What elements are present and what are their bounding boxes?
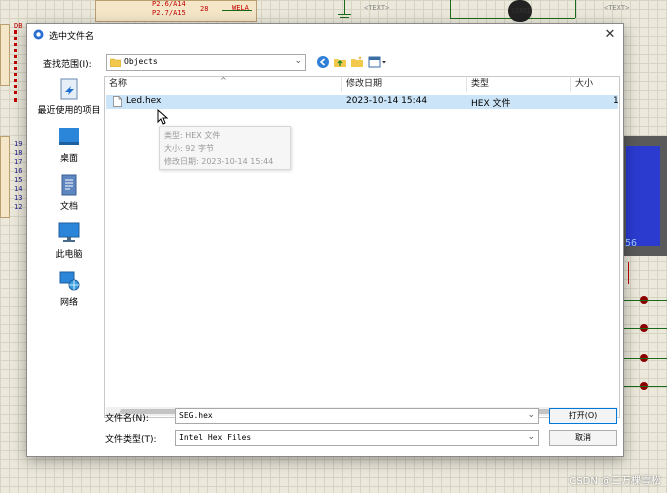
place-desktop[interactable]: 桌面 <box>33 126 105 166</box>
ground-symbol <box>340 17 349 18</box>
column-header-modified[interactable]: 修改日期 <box>342 77 467 92</box>
chip-body-left <box>0 24 10 86</box>
place-documents[interactable]: 文档 <box>33 174 105 214</box>
place-recent[interactable]: 最近使用的项目 <box>33 78 105 118</box>
mouse-cursor-icon <box>157 108 169 125</box>
file-size: 1 <box>613 96 619 106</box>
lcd-screen <box>626 146 660 246</box>
file-icon <box>113 96 122 107</box>
chevron-down-icon[interactable]: ⌄ <box>527 432 535 442</box>
up-folder-icon[interactable] <box>333 55 347 69</box>
computer-icon <box>58 222 80 242</box>
wire <box>622 358 667 359</box>
view-menu-icon[interactable] <box>368 55 388 69</box>
filetype-select[interactable]: Intel Hex Files ⌄ <box>175 430 539 446</box>
component-label: SSRED <box>511 7 533 15</box>
filename-label: 文件名(N): <box>105 414 149 424</box>
places-bar: 最近使用的项目 桌面 文档 此电脑 网络 <box>33 74 105 404</box>
filetype-value: Intel Hex Files <box>179 433 252 442</box>
place-label: 网络 <box>59 298 78 308</box>
file-name: Led.hex <box>126 96 162 106</box>
title-bar[interactable]: 选中文件名 ✕ <box>27 24 623 46</box>
pin-number: 13 <box>14 194 23 202</box>
pin-label: DB <box>14 22 23 30</box>
dialog-title: 选中文件名 <box>49 32 95 42</box>
new-folder-icon[interactable] <box>350 55 364 69</box>
place-label: 文档 <box>59 202 78 212</box>
wire <box>222 10 252 11</box>
tooltip-modified: 修改日期: 2023-10-14 15:44 <box>164 157 274 166</box>
place-label: 此电脑 <box>55 250 83 260</box>
network-icon <box>59 271 80 291</box>
place-computer[interactable]: 此电脑 <box>33 222 105 262</box>
chevron-down-icon[interactable]: ⌄ <box>527 410 535 420</box>
file-row[interactable]: Led.hex 2023-10-14 15:44 HEX 文件 1 <box>106 95 619 109</box>
chevron-down-icon[interactable]: ⌄ <box>294 56 302 66</box>
lookin-value: Objects <box>124 57 158 66</box>
pin-label: P2.7/A15 <box>152 9 186 17</box>
place-network[interactable]: 网络 <box>33 270 105 310</box>
text-tag: <TEXT> <box>604 4 630 12</box>
text-tag: <TEXT> <box>364 4 390 12</box>
filename-input[interactable]: SEG.hex ⌄ <box>175 408 539 424</box>
wire <box>622 328 667 329</box>
column-header-type[interactable]: 类型 <box>467 77 571 92</box>
column-header-size[interactable]: 大小 <box>571 77 619 92</box>
wire <box>344 0 345 14</box>
place-label: 最近使用的项目 <box>37 106 101 116</box>
wire <box>450 0 451 18</box>
lookin-combo[interactable]: Objects ⌄ <box>106 54 306 71</box>
documents-icon <box>61 174 77 196</box>
file-type: HEX 文件 <box>471 99 511 109</box>
pin-number: 18 <box>14 149 23 157</box>
pin-number: 14 <box>14 185 23 193</box>
pin-number: 17 <box>14 158 23 166</box>
cancel-button[interactable]: 取消 <box>549 430 617 446</box>
place-label: 桌面 <box>59 154 78 164</box>
filename-value: SEG.hex <box>179 411 213 420</box>
open-button[interactable]: 打开(O) <box>549 408 617 424</box>
filetype-label: 文件类型(T): <box>105 435 157 445</box>
pin-number: 28 <box>200 5 209 13</box>
open-file-dialog: 选中文件名 ✕ 查找范围(I): Objects ⌄ 最近使用的项目 桌面 文档… <box>26 23 624 457</box>
pin-label: P2.6/A14 <box>152 0 186 8</box>
close-button[interactable]: ✕ <box>597 24 623 46</box>
recent-icon <box>60 78 78 100</box>
watermark: CSDN @三万棵雪松 <box>569 476 661 487</box>
chip-body-left-2 <box>0 136 10 218</box>
pin-number: 15 <box>14 176 23 184</box>
pin-number: 16 <box>14 167 23 175</box>
lcd-digits: 56 <box>625 238 638 249</box>
tooltip-size: 大小: 92 字节 <box>164 144 214 153</box>
column-header-name[interactable]: 名称 ^ <box>105 76 342 92</box>
pin-number: 19 <box>14 140 23 148</box>
sort-arrow-icon: ^ <box>220 76 227 85</box>
wire <box>622 386 667 387</box>
tooltip-type: 类型: HEX 文件 <box>164 131 221 140</box>
resistor-array <box>628 262 659 284</box>
pin-number: 12 <box>14 203 23 211</box>
folder-icon <box>110 58 121 67</box>
desktop-icon <box>59 128 79 145</box>
back-icon[interactable] <box>316 55 330 69</box>
lookin-label: 查找范围(I): <box>43 60 92 70</box>
wire <box>622 300 667 301</box>
app-icon <box>33 29 44 40</box>
file-modified: 2023-10-14 15:44 <box>346 96 428 106</box>
ground-symbol <box>338 14 351 15</box>
wire <box>575 0 576 18</box>
file-tooltip: 类型: HEX 文件 大小: 92 字节 修改日期: 2023-10-14 15… <box>159 126 291 170</box>
